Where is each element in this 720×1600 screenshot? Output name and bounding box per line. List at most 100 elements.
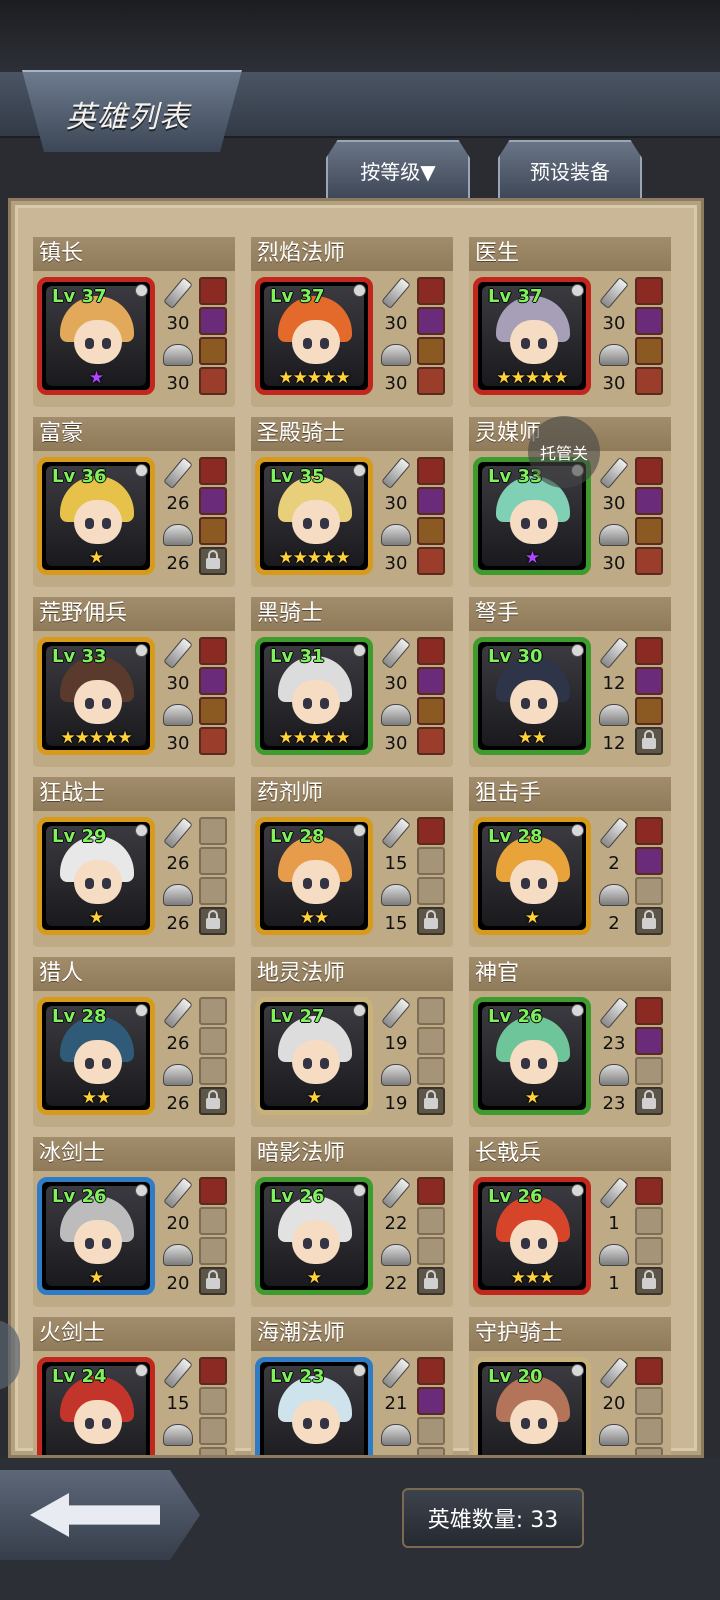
empty-equipment-slot[interactable] xyxy=(635,877,663,905)
equipment-slot[interactable] xyxy=(199,637,227,665)
equipment-slot[interactable] xyxy=(635,1357,663,1385)
empty-equipment-slot[interactable] xyxy=(417,1207,445,1235)
equipment-slot[interactable] xyxy=(199,277,227,305)
empty-equipment-slot[interactable] xyxy=(199,1417,227,1445)
equipment-slot[interactable] xyxy=(199,1177,227,1205)
equipment-slot[interactable] xyxy=(417,637,445,665)
empty-equipment-slot[interactable] xyxy=(417,997,445,1025)
hero-portrait[interactable]: Lv 30 ★★ xyxy=(473,637,591,755)
hero-card[interactable]: 长戟兵 Lv 26 ★★★ 1 1 xyxy=(469,1137,671,1307)
hero-portrait[interactable]: Lv 33 ★★★★★ xyxy=(37,637,155,755)
equipment-slot[interactable] xyxy=(635,1177,663,1205)
hero-portrait[interactable]: Lv 28 ★★ xyxy=(255,817,373,935)
preset-equipment-button[interactable]: 预设装备 xyxy=(498,140,642,200)
equipment-slot[interactable] xyxy=(199,307,227,335)
equipment-slot[interactable] xyxy=(635,367,663,395)
locked-slot-icon[interactable] xyxy=(417,1267,445,1295)
equipment-slot[interactable] xyxy=(635,637,663,665)
hero-portrait[interactable]: Lv 27 ★ xyxy=(255,997,373,1115)
locked-slot-icon[interactable] xyxy=(417,1087,445,1115)
empty-equipment-slot[interactable] xyxy=(635,1057,663,1085)
empty-equipment-slot[interactable] xyxy=(417,1057,445,1085)
equipment-slot[interactable] xyxy=(635,487,663,515)
empty-equipment-slot[interactable] xyxy=(417,1237,445,1265)
locked-slot-icon[interactable] xyxy=(635,1087,663,1115)
hero-card[interactable]: 守护骑士 Lv 20 20 xyxy=(469,1317,671,1455)
equipment-slot[interactable] xyxy=(199,457,227,485)
equipment-slot[interactable] xyxy=(635,817,663,845)
hero-card[interactable]: 狂战士 Lv 29 ★ 26 26 xyxy=(33,777,235,947)
locked-slot-icon[interactable] xyxy=(199,1267,227,1295)
equipment-slot[interactable] xyxy=(635,337,663,365)
locked-slot-icon[interactable] xyxy=(635,1267,663,1295)
hero-card[interactable]: 荒野佣兵 Lv 33 ★★★★★ 30 30 xyxy=(33,597,235,767)
hero-portrait[interactable]: Lv 20 xyxy=(473,1357,591,1455)
empty-equipment-slot[interactable] xyxy=(199,1237,227,1265)
equipment-slot[interactable] xyxy=(199,727,227,755)
equipment-slot[interactable] xyxy=(199,667,227,695)
hero-card[interactable]: 冰剑士 Lv 26 ★ 20 20 xyxy=(33,1137,235,1307)
empty-equipment-slot[interactable] xyxy=(199,847,227,875)
equipment-slot[interactable] xyxy=(417,277,445,305)
empty-equipment-slot[interactable] xyxy=(199,1057,227,1085)
hero-card[interactable]: 火剑士 Lv 24 15 xyxy=(33,1317,235,1455)
equipment-slot[interactable] xyxy=(417,1177,445,1205)
empty-equipment-slot[interactable] xyxy=(417,1447,445,1455)
equipment-slot[interactable] xyxy=(417,697,445,725)
equipment-slot[interactable] xyxy=(199,487,227,515)
empty-equipment-slot[interactable] xyxy=(417,1027,445,1055)
hero-portrait[interactable]: Lv 35 ★★★★★ xyxy=(255,457,373,575)
empty-equipment-slot[interactable] xyxy=(635,1207,663,1235)
hero-list-panel[interactable]: 镇长 Lv 37 ★ 30 30 烈焰法师 Lv 37 ★★★★★ 30 30 … xyxy=(8,198,704,1458)
equipment-slot[interactable] xyxy=(417,457,445,485)
hero-portrait[interactable]: Lv 37 ★ xyxy=(37,277,155,395)
empty-equipment-slot[interactable] xyxy=(199,1027,227,1055)
locked-slot-icon[interactable] xyxy=(199,1087,227,1115)
hero-card[interactable]: 富豪 Lv 36 ★ 26 26 xyxy=(33,417,235,587)
equipment-slot[interactable] xyxy=(635,997,663,1025)
locked-slot-icon[interactable] xyxy=(199,907,227,935)
equipment-slot[interactable] xyxy=(417,1387,445,1415)
equipment-slot[interactable] xyxy=(199,697,227,725)
equipment-slot[interactable] xyxy=(417,487,445,515)
empty-equipment-slot[interactable] xyxy=(199,1447,227,1455)
hero-card[interactable]: 神官 Lv 26 ★ 23 23 xyxy=(469,957,671,1127)
empty-equipment-slot[interactable] xyxy=(199,997,227,1025)
hero-card[interactable]: 暗影法师 Lv 26 ★ 22 22 xyxy=(251,1137,453,1307)
equipment-slot[interactable] xyxy=(199,1357,227,1385)
equipment-slot[interactable] xyxy=(417,727,445,755)
hero-portrait[interactable]: Lv 24 xyxy=(37,1357,155,1455)
empty-equipment-slot[interactable] xyxy=(635,1417,663,1445)
empty-equipment-slot[interactable] xyxy=(635,1387,663,1415)
equipment-slot[interactable] xyxy=(417,517,445,545)
equipment-slot[interactable] xyxy=(417,307,445,335)
empty-equipment-slot[interactable] xyxy=(635,1447,663,1455)
hero-portrait[interactable]: Lv 29 ★ xyxy=(37,817,155,935)
empty-equipment-slot[interactable] xyxy=(199,877,227,905)
hero-portrait[interactable]: Lv 28 ★ xyxy=(473,817,591,935)
equipment-slot[interactable] xyxy=(635,277,663,305)
hero-portrait[interactable]: Lv 26 ★ xyxy=(37,1177,155,1295)
equipment-slot[interactable] xyxy=(635,547,663,575)
hero-portrait[interactable]: Lv 26 ★ xyxy=(473,997,591,1115)
hero-card[interactable]: 黑骑士 Lv 31 ★★★★★ 30 30 xyxy=(251,597,453,767)
equipment-slot[interactable] xyxy=(635,1027,663,1055)
hero-portrait[interactable]: Lv 37 ★★★★★ xyxy=(473,277,591,395)
hero-card[interactable]: 狙击手 Lv 28 ★ 2 2 xyxy=(469,777,671,947)
hero-card[interactable]: 圣殿骑士 Lv 35 ★★★★★ 30 30 xyxy=(251,417,453,587)
hero-card[interactable]: 烈焰法师 Lv 37 ★★★★★ 30 30 xyxy=(251,237,453,407)
hero-portrait[interactable]: Lv 31 ★★★★★ xyxy=(255,637,373,755)
equipment-slot[interactable] xyxy=(199,367,227,395)
locked-slot-icon[interactable] xyxy=(199,547,227,575)
empty-equipment-slot[interactable] xyxy=(417,1417,445,1445)
hero-card[interactable]: 镇长 Lv 37 ★ 30 30 xyxy=(33,237,235,407)
hero-portrait[interactable]: Lv 37 ★★★★★ xyxy=(255,277,373,395)
hero-portrait[interactable]: Lv 23 xyxy=(255,1357,373,1455)
equipment-slot[interactable] xyxy=(635,697,663,725)
hero-card[interactable]: 海潮法师 Lv 23 21 xyxy=(251,1317,453,1455)
empty-equipment-slot[interactable] xyxy=(417,877,445,905)
equipment-slot[interactable] xyxy=(199,337,227,365)
hero-card[interactable]: 猎人 Lv 28 ★★ 26 26 xyxy=(33,957,235,1127)
equipment-slot[interactable] xyxy=(635,517,663,545)
hero-card[interactable]: 地灵法师 Lv 27 ★ 19 19 xyxy=(251,957,453,1127)
